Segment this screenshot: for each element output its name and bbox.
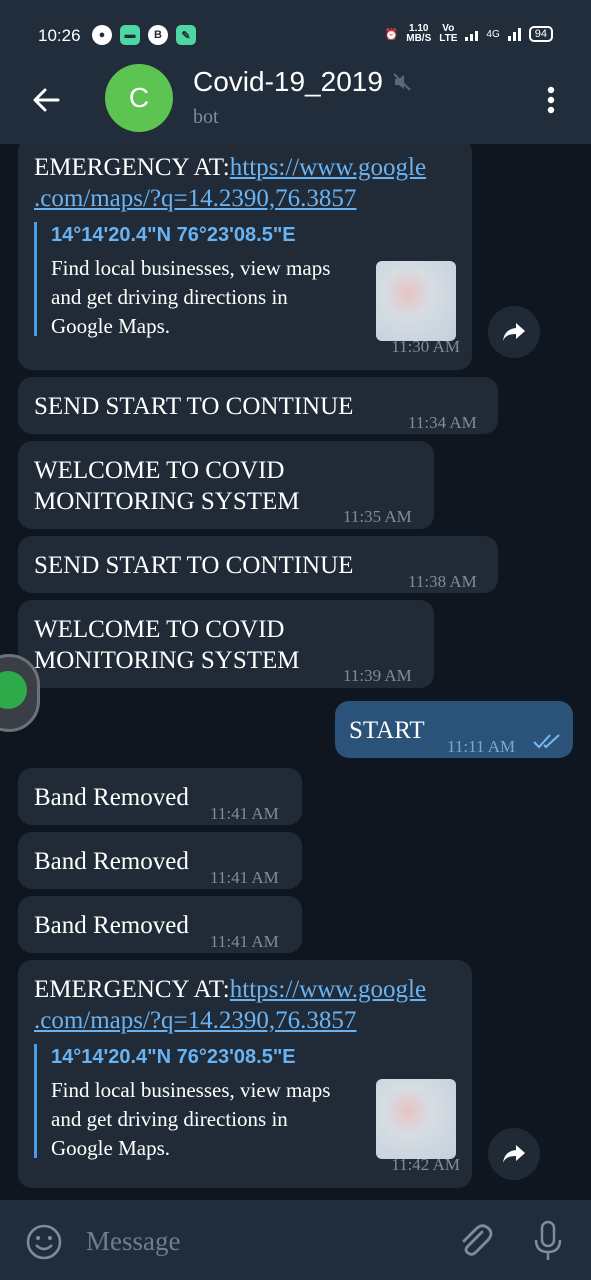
chat-subtitle: bot	[193, 106, 219, 128]
message-bubble[interactable]: Band Removed 11:41 AM	[18, 768, 302, 825]
preview-title: 14°14'20.4"N 76°23'08.5"E	[51, 1046, 296, 1068]
message-time: 11:41 AM	[210, 932, 279, 951]
avatar[interactable]: C	[105, 64, 173, 132]
network-type: 4G	[486, 28, 500, 40]
message-time: 11:34 AM	[408, 413, 477, 432]
network-speed: 1.10 MB/S	[406, 24, 431, 44]
link-preview[interactable]: 14°14'20.4"N 76°23'08.5"E Find local bus…	[34, 222, 381, 338]
notification-icons: ● ▬ B ✎	[92, 25, 196, 45]
preview-desc-line2: and get driving directions in	[51, 1107, 288, 1131]
message-time: 11:11 AM	[447, 737, 516, 756]
chat-title: Covid-19_2019	[193, 66, 383, 97]
message-text: EMERGENCY AT:https://www.google .com/map…	[34, 152, 464, 214]
alarm-icon: ⏰	[384, 28, 399, 41]
preview-desc-line3: Google Maps.	[51, 1136, 170, 1160]
message-time: 11:42 AM	[391, 1155, 460, 1174]
map-thumbnail[interactable]	[376, 1079, 456, 1159]
message-time: 11:39 AM	[343, 666, 412, 685]
message-time: 11:41 AM	[210, 804, 279, 823]
attach-icon[interactable]	[454, 1220, 494, 1260]
message-prefix: EMERGENCY AT:	[34, 154, 230, 181]
mic-icon[interactable]	[532, 1220, 564, 1262]
chat-title-row[interactable]: Covid-19_2019	[193, 66, 411, 98]
more-vert-icon[interactable]	[539, 82, 563, 118]
volte-indicator: Vo LTE	[439, 24, 457, 44]
message-line1: WELCOME TO COVID	[34, 457, 285, 484]
signal-icon	[465, 27, 479, 41]
map-link-continued[interactable]: .com/maps/?q=14.2390,76.3857	[34, 1007, 356, 1034]
message-bubble[interactable]: Band Removed 11:41 AM	[18, 832, 302, 889]
whatsapp-icon	[0, 671, 27, 709]
message-line2: MONITORING SYSTEM	[34, 647, 300, 674]
app2-notification-icon: ✎	[176, 25, 196, 45]
message-input[interactable]: Message	[86, 1226, 180, 1257]
message-time: 11:41 AM	[210, 868, 279, 887]
message-bubble-emergency[interactable]: EMERGENCY AT:https://www.google .com/map…	[18, 960, 472, 1188]
whatsapp-notification-icon: ●	[92, 25, 112, 45]
app-notification-icon: B	[148, 25, 168, 45]
map-link-continued[interactable]: .com/maps/?q=14.2390,76.3857	[34, 185, 356, 212]
message-text: WELCOME TO COVID MONITORING SYSTEM	[34, 455, 300, 517]
preview-desc-line1: Find local businesses, view maps	[51, 256, 331, 280]
message-prefix: EMERGENCY AT:	[34, 976, 230, 1003]
preview-desc-line1: Find local businesses, view maps	[51, 1078, 331, 1102]
message-bubble[interactable]: WELCOME TO COVID MONITORING SYSTEM 11:39…	[18, 600, 434, 688]
message-input-bar: Message	[0, 1200, 591, 1280]
back-arrow-icon[interactable]	[28, 82, 64, 118]
message-text: WELCOME TO COVID MONITORING SYSTEM	[34, 614, 300, 676]
status-time: 10:26	[38, 26, 81, 45]
message-text: Band Removed	[34, 912, 189, 939]
chat-header: C Covid-19_2019 bot	[0, 60, 591, 144]
message-time: 11:35 AM	[343, 507, 412, 526]
preview-description: Find local businesses, view maps and get…	[51, 1076, 381, 1163]
message-line2: MONITORING SYSTEM	[34, 488, 300, 515]
message-time: 11:30 AM	[391, 337, 460, 356]
emoji-icon[interactable]	[25, 1223, 63, 1261]
map-thumbnail[interactable]	[376, 261, 456, 341]
signal2-icon	[507, 27, 521, 41]
message-notification-icon: ▬	[120, 25, 140, 45]
share-icon	[503, 1145, 525, 1163]
map-link[interactable]: https://www.google	[230, 154, 426, 181]
message-time: 11:38 AM	[408, 572, 477, 591]
preview-desc-line2: and get driving directions in	[51, 285, 288, 309]
link-preview[interactable]: 14°14'20.4"N 76°23'08.5"E Find local bus…	[34, 1044, 381, 1160]
message-list[interactable]: EMERGENCY AT:https://www.google .com/map…	[0, 144, 591, 1200]
message-bubble[interactable]: SEND START TO CONTINUE 11:34 AM	[18, 377, 498, 434]
message-text: EMERGENCY AT:https://www.google .com/map…	[34, 974, 464, 1036]
message-text: SEND START TO CONTINUE	[34, 393, 354, 420]
message-bubble[interactable]: WELCOME TO COVID MONITORING SYSTEM 11:35…	[18, 441, 434, 529]
preview-desc-line3: Google Maps.	[51, 314, 170, 338]
speed-unit: MB/S	[406, 33, 432, 44]
message-bubble[interactable]: SEND START TO CONTINUE 11:38 AM	[18, 536, 498, 593]
share-button[interactable]	[488, 1128, 540, 1180]
message-bubble[interactable]: Band Removed 11:41 AM	[18, 896, 302, 953]
lte-label: LTE	[439, 33, 458, 44]
message-text: Band Removed	[34, 784, 189, 811]
message-line1: WELCOME TO COVID	[34, 616, 285, 643]
outgoing-message-bubble[interactable]: START 11:11 AM	[335, 701, 573, 758]
preview-title: 14°14'20.4"N 76°23'08.5"E	[51, 224, 296, 246]
battery-level: 94	[528, 26, 553, 42]
preview-description: Find local businesses, view maps and get…	[51, 254, 381, 341]
message-text: START	[349, 717, 425, 744]
status-right: ⏰ 1.10 MB/S Vo LTE 4G 94	[385, 24, 553, 44]
message-text: Band Removed	[34, 848, 189, 875]
status-bar: 10:26 ● ▬ B ✎ ⏰ 1.10 MB/S Vo LTE 4G 94	[0, 0, 591, 60]
share-button[interactable]	[488, 306, 540, 358]
message-text: SEND START TO CONTINUE	[34, 552, 354, 579]
mute-icon	[393, 73, 411, 91]
share-icon	[503, 323, 525, 341]
map-link[interactable]: https://www.google	[230, 976, 426, 1003]
double-check-icon	[533, 734, 560, 749]
message-bubble-emergency[interactable]: EMERGENCY AT:https://www.google .com/map…	[18, 144, 472, 370]
